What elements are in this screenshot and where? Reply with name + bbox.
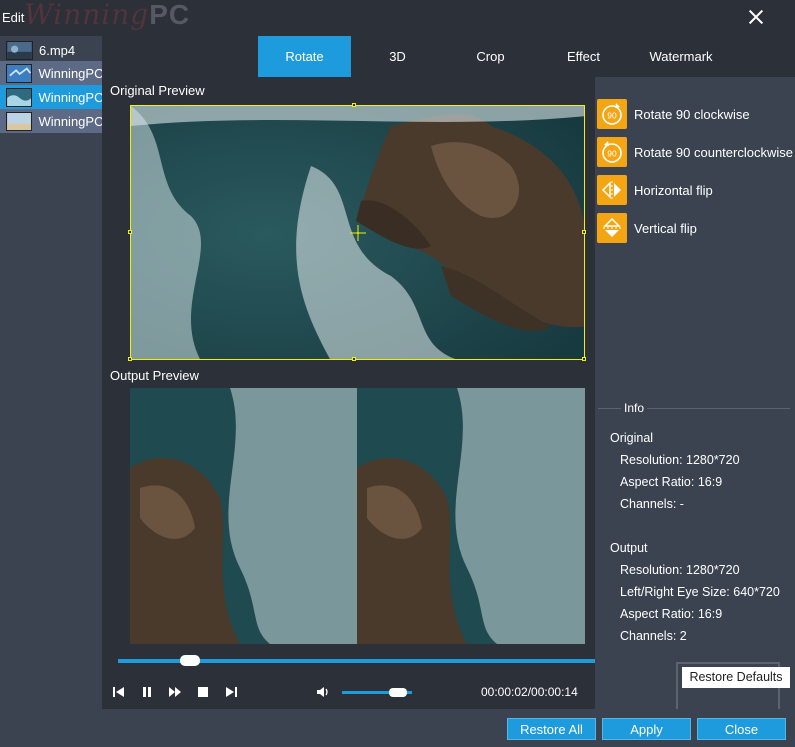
file-item[interactable]: WinningPC xyxy=(0,109,102,133)
output-aspect-ratio: Aspect Ratio: 16:9 xyxy=(620,607,723,621)
skip-to-end-icon[interactable] xyxy=(224,685,238,699)
restore-all-button[interactable]: Restore All xyxy=(507,718,596,740)
original-heading: Original xyxy=(610,431,654,445)
rotate-clockwise-icon: 90 xyxy=(597,99,627,129)
stop-icon[interactable] xyxy=(196,685,210,699)
file-item[interactable]: WinningPC xyxy=(0,85,102,109)
close-button[interactable]: Close xyxy=(697,718,786,740)
crop-handle[interactable] xyxy=(128,230,132,234)
output-resolution: Resolution: 1280*720 xyxy=(620,563,740,577)
bottom-button-bar: Restore All Apply Close xyxy=(102,709,795,747)
rotate-counterclockwise-button[interactable]: 90 Rotate 90 counterclockwise xyxy=(597,137,793,167)
ocean-rock-image xyxy=(131,106,584,359)
vertical-flip-button[interactable]: Vertical flip xyxy=(597,213,697,243)
window-title: Edit xyxy=(2,10,25,25)
svg-text:90: 90 xyxy=(607,149,617,159)
rotate-options-panel: 90 Rotate 90 clockwise 90 Rotate 90 coun… xyxy=(595,77,795,709)
original-preview-label: Original Preview xyxy=(110,83,205,98)
output-preview-label: Output Preview xyxy=(110,368,199,383)
output-channels: Channels: 2 xyxy=(620,629,687,643)
timecode: 00:00:02/00:00:14 xyxy=(481,685,578,699)
skip-to-start-icon[interactable] xyxy=(112,685,126,699)
tab-rotate[interactable]: Rotate xyxy=(258,36,351,77)
restore-defaults-button[interactable]: Restore Defaults xyxy=(682,667,790,688)
volume-icon[interactable] xyxy=(316,685,330,699)
info-box: Info Original Resolution: 1280*720 Aspec… xyxy=(598,401,790,648)
file-name: 6.mp4 xyxy=(39,42,76,58)
crop-handle[interactable] xyxy=(582,230,586,234)
output-heading: Output xyxy=(610,541,648,555)
playback-controls: 00:00:02/00:00:14 xyxy=(102,676,595,709)
crop-handle[interactable] xyxy=(352,103,356,107)
file-item[interactable]: WinningPC xyxy=(0,61,102,85)
rotate-counterclockwise-label: Rotate 90 counterclockwise xyxy=(634,144,793,160)
original-resolution: Resolution: 1280*720 xyxy=(620,453,740,467)
svg-text:90: 90 xyxy=(607,111,617,121)
rotate-clockwise-button[interactable]: 90 Rotate 90 clockwise xyxy=(597,99,750,129)
vertical-flip-icon xyxy=(597,213,627,243)
video-thumbnail xyxy=(6,63,33,83)
video-thumbnail xyxy=(6,40,33,60)
crop-handle[interactable] xyxy=(582,357,586,361)
output-preview-video xyxy=(130,388,585,644)
playback-progress-handle[interactable] xyxy=(180,655,200,666)
crop-handle[interactable] xyxy=(128,357,132,361)
tab-effect[interactable]: Effect xyxy=(537,36,630,77)
file-name: WinningPC xyxy=(38,89,102,105)
fast-forward-icon[interactable] xyxy=(168,685,182,699)
tab-3d[interactable]: 3D xyxy=(351,36,444,77)
title-bar: Edit WinningPC xyxy=(0,0,795,36)
original-channels: Channels: - xyxy=(620,497,684,511)
apply-button[interactable]: Apply xyxy=(602,718,691,740)
tab-crop[interactable]: Crop xyxy=(444,36,537,77)
horizontal-flip-label: Horizontal flip xyxy=(634,182,713,198)
side-by-side-3d-image xyxy=(130,388,585,644)
file-name: WinningPC xyxy=(38,65,102,81)
preview-area: Original Preview Output Preview xyxy=(102,77,595,676)
pause-icon[interactable] xyxy=(140,685,154,699)
file-name: WinningPC xyxy=(38,113,102,129)
rotate-counterclockwise-icon: 90 xyxy=(597,137,627,167)
info-title: Info xyxy=(621,401,648,415)
volume-slider-handle[interactable] xyxy=(389,688,407,697)
file-list: 6.mp4 WinningPC WinningPC WinningPC xyxy=(0,36,102,747)
winningpc-logo: WinningPC xyxy=(24,0,191,31)
crop-handle[interactable] xyxy=(352,357,356,361)
original-aspect-ratio: Aspect Ratio: 16:9 xyxy=(620,475,723,489)
output-eye-size: Left/Right Eye Size: 640*720 xyxy=(620,585,780,599)
horizontal-flip-button[interactable]: Horizontal flip xyxy=(597,175,713,205)
close-icon[interactable] xyxy=(744,5,768,29)
vertical-flip-label: Vertical flip xyxy=(634,220,697,236)
horizontal-flip-icon xyxy=(597,175,627,205)
tab-watermark[interactable]: Watermark xyxy=(630,36,732,77)
video-thumbnail xyxy=(6,87,33,107)
rotate-clockwise-label: Rotate 90 clockwise xyxy=(634,106,750,122)
tab-bar: Rotate 3D Crop Effect Watermark xyxy=(102,36,795,77)
file-item[interactable]: 6.mp4 xyxy=(0,38,102,62)
video-thumbnail xyxy=(6,111,33,131)
original-preview-video[interactable] xyxy=(130,105,585,360)
